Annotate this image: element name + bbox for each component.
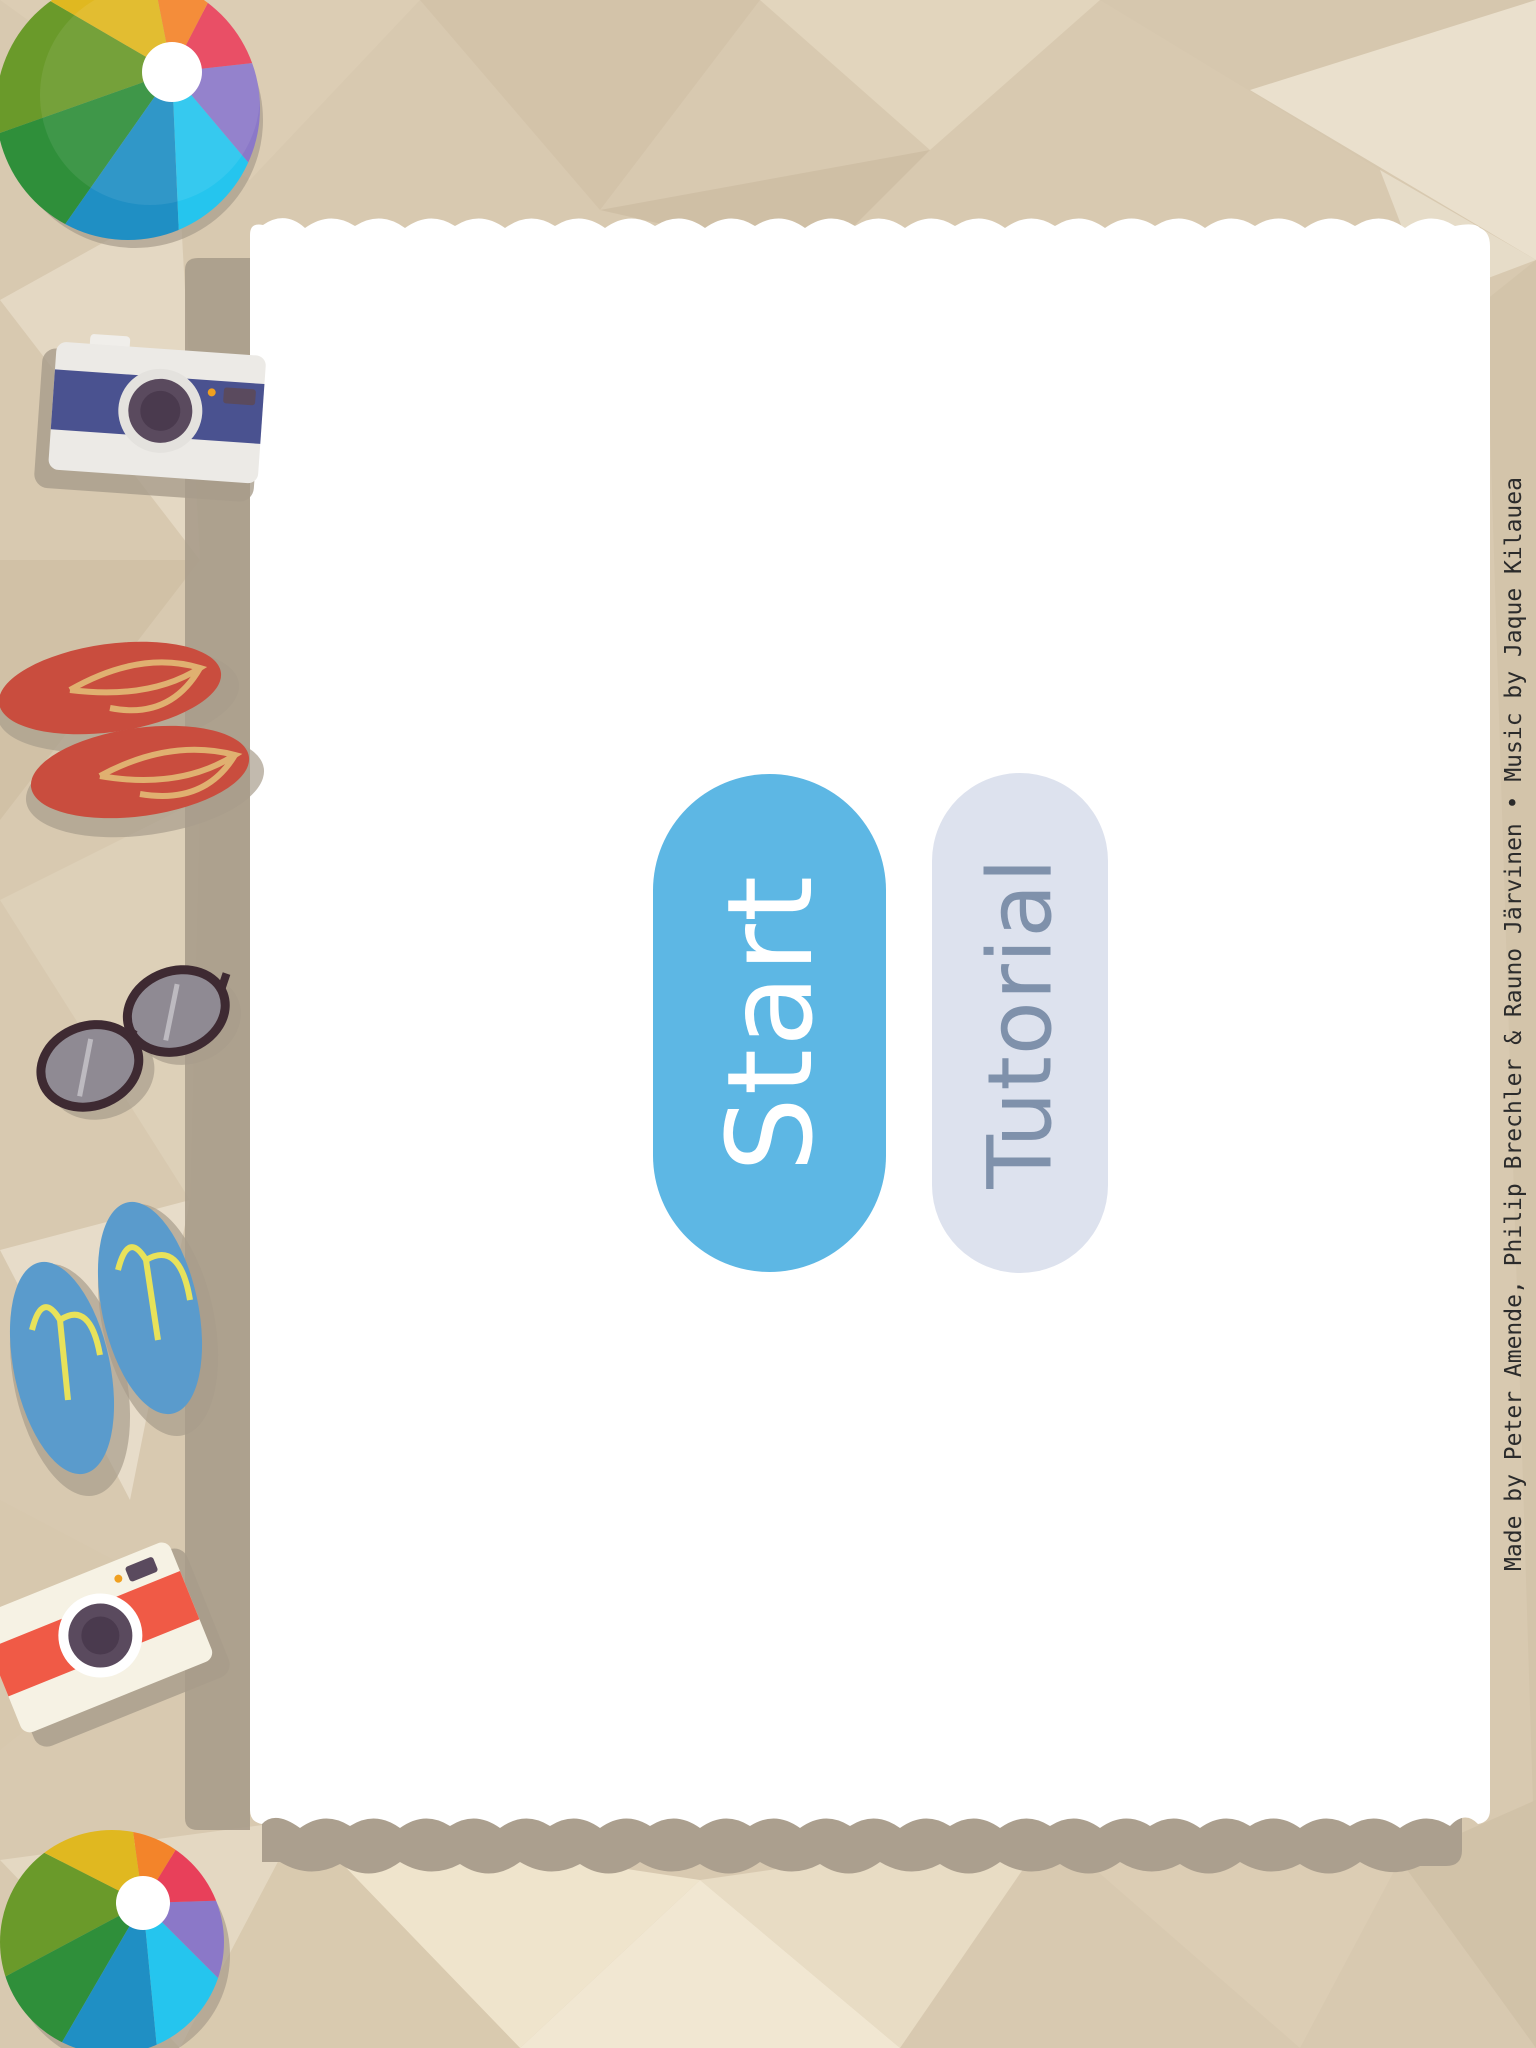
start-button-label: Start	[700, 873, 839, 1173]
tutorial-button[interactable]: Tutorial	[932, 773, 1108, 1273]
camera-icon	[34, 334, 266, 502]
credits-text: Made by Peter Amende, Philip Brechler & …	[1501, 477, 1527, 1571]
tutorial-button-label: Tutorial	[968, 857, 1072, 1189]
start-button[interactable]: Start	[653, 774, 886, 1272]
